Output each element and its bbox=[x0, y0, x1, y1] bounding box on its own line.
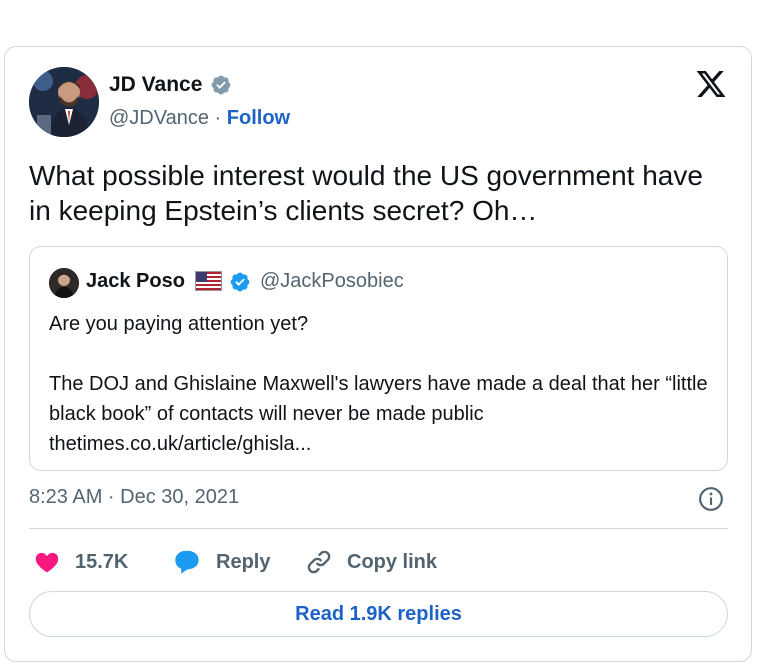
quoted-text-line1: Are you paying attention yet? bbox=[49, 313, 309, 335]
like-button[interactable]: 15.7K bbox=[33, 548, 128, 576]
x-logo-icon[interactable] bbox=[695, 68, 727, 100]
verified-badge-icon bbox=[230, 272, 250, 292]
quoted-link[interactable]: thetimes.co.uk/article/ghisla... bbox=[49, 429, 709, 459]
quoted-author-avatar[interactable] bbox=[49, 268, 79, 298]
author-handle-line: @JDVance · Follow bbox=[109, 107, 290, 130]
author-handle[interactable]: @JDVance bbox=[109, 107, 209, 129]
read-replies-button[interactable]: Read 1.9K replies bbox=[29, 591, 728, 637]
like-count: 15.7K bbox=[75, 550, 129, 573]
quoted-author-name[interactable]: Jack Poso bbox=[86, 270, 185, 293]
tweet-text: What possible interest would the US gove… bbox=[29, 160, 703, 226]
reply-button[interactable]: Reply bbox=[172, 548, 270, 576]
heart-icon bbox=[35, 552, 59, 573]
us-flag-icon bbox=[195, 271, 222, 291]
link-icon bbox=[307, 550, 331, 574]
reply-bubble-icon bbox=[175, 550, 199, 574]
author-name[interactable]: JD Vance bbox=[109, 73, 202, 97]
tweet-timestamp[interactable]: 8:23 AM · Dec 30, 2021 bbox=[29, 486, 239, 509]
quoted-tweet-text: Are you paying attention yet? The DOJ an… bbox=[49, 309, 709, 459]
quoted-author-handle[interactable]: @JackPosobiec bbox=[260, 270, 404, 293]
follow-button[interactable]: Follow bbox=[227, 107, 290, 129]
divider bbox=[29, 528, 728, 529]
copy-link-label: Copy link bbox=[347, 550, 438, 573]
reply-label: Reply bbox=[216, 550, 271, 573]
author-avatar[interactable] bbox=[29, 67, 99, 137]
separator-dot: · bbox=[214, 107, 222, 129]
copy-link-button[interactable]: Copy link bbox=[305, 548, 437, 576]
quoted-tweet[interactable]: Jack Poso @JackPosobiec Are you paying a… bbox=[29, 246, 728, 471]
verified-badge-icon bbox=[211, 75, 231, 95]
quoted-text-body: The DOJ and Ghislaine Maxwell's lawyers … bbox=[49, 373, 708, 425]
info-icon[interactable] bbox=[698, 486, 724, 512]
